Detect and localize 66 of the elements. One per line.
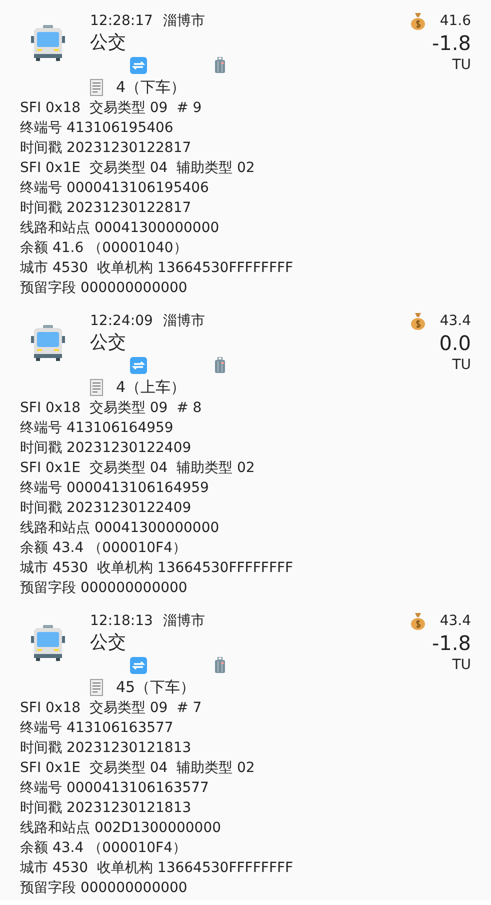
stop-text: 45（下车）: [116, 678, 196, 696]
detail-line: 线路和站点 00041300000000: [20, 219, 220, 238]
amount-text: 0.0: [439, 332, 471, 354]
time-text: 12:18:13: [90, 613, 153, 629]
money-bag-icon: [410, 612, 426, 630]
stop-text: 4（上车）: [116, 378, 186, 396]
luggage-icon: [215, 57, 225, 73]
detail-line: 终端号 413106163577: [20, 719, 174, 738]
detail-line: 预留字段 000000000000: [20, 579, 188, 598]
amount-text: -1.8: [432, 32, 471, 54]
detail-line: 终端号 0000413106163577: [20, 779, 210, 798]
transit-type-text: 公交: [90, 32, 127, 54]
detail-line: 终端号 413106164959: [20, 419, 174, 438]
detail-line: SFI 0x18 交易类型 09 # 8: [20, 399, 203, 418]
balance-text: 43.4: [440, 313, 471, 329]
exchange-icon: [130, 356, 147, 374]
receipt-icon: [90, 678, 103, 696]
unit-text: TU: [452, 356, 471, 375]
city-text: 淄博市: [162, 312, 205, 330]
detail-line: 时间戳 20231230121813: [20, 739, 192, 758]
detail-line: 预留字段 000000000000: [20, 879, 188, 898]
detail-line: 线路和站点 00041300000000: [20, 519, 220, 538]
detail-line: 城市 4530 收单机构 13664530FFFFFFFF: [20, 559, 294, 578]
detail-line: SFI 0x18 交易类型 09 # 9: [20, 99, 203, 118]
detail-line: 时间戳 20231230122409: [20, 439, 192, 458]
city-text: 淄博市: [162, 612, 205, 630]
stop-text: 4（下车）: [116, 78, 186, 96]
bus-icon: [31, 324, 65, 362]
money-bag-icon: [410, 312, 426, 330]
detail-line: SFI 0x1E 交易类型 04 辅助类型 02: [20, 459, 256, 478]
bus-icon: [31, 24, 65, 62]
detail-line: 余额 43.4 （000010F4）: [20, 539, 188, 558]
transit-type-text: 公交: [90, 632, 127, 654]
detail-line: 余额 43.4 （000010F4）: [20, 839, 188, 858]
detail-line: 时间戳 20231230122817: [20, 199, 192, 218]
detail-line: 余额 41.6 （00001040）: [20, 239, 188, 258]
time-text: 12:28:17: [90, 13, 153, 29]
receipt-icon: [90, 78, 103, 96]
detail-line: 线路和站点 002D1300000000: [20, 819, 222, 838]
detail-line: 城市 4530 收单机构 13664530FFFFFFFF: [20, 859, 294, 878]
detail-line: 城市 4530 收单机构 13664530FFFFFFFF: [20, 259, 294, 278]
bus-icon: [31, 624, 65, 662]
transit-type-text: 公交: [90, 332, 127, 354]
balance-text: 43.4: [440, 613, 471, 629]
time-text: 12:24:09: [90, 313, 153, 329]
receipt-icon: [90, 378, 103, 396]
luggage-icon: [215, 657, 225, 673]
detail-line: 时间戳 20231230121813: [20, 799, 192, 818]
money-bag-icon: [410, 12, 426, 30]
detail-line: 时间戳 20231230122409: [20, 499, 192, 518]
detail-line: SFI 0x18 交易类型 09 # 7: [20, 699, 203, 718]
amount-text: -1.8: [432, 632, 471, 654]
detail-line: 时间戳 20231230122817: [20, 139, 192, 158]
city-text: 淄博市: [162, 12, 205, 30]
balance-text: 41.6: [440, 13, 471, 29]
detail-line: 终端号 0000413106164959: [20, 479, 210, 498]
unit-text: TU: [452, 656, 471, 675]
unit-text: TU: [452, 56, 471, 75]
detail-line: 终端号 0000413106195406: [20, 179, 210, 198]
detail-line: SFI 0x1E 交易类型 04 辅助类型 02: [20, 159, 256, 178]
exchange-icon: [130, 56, 147, 74]
exchange-icon: [130, 656, 147, 674]
detail-line: SFI 0x1E 交易类型 04 辅助类型 02: [20, 759, 256, 778]
luggage-icon: [215, 357, 225, 373]
detail-line: 终端号 413106195406: [20, 119, 174, 138]
detail-line: 预留字段 000000000000: [20, 279, 188, 298]
